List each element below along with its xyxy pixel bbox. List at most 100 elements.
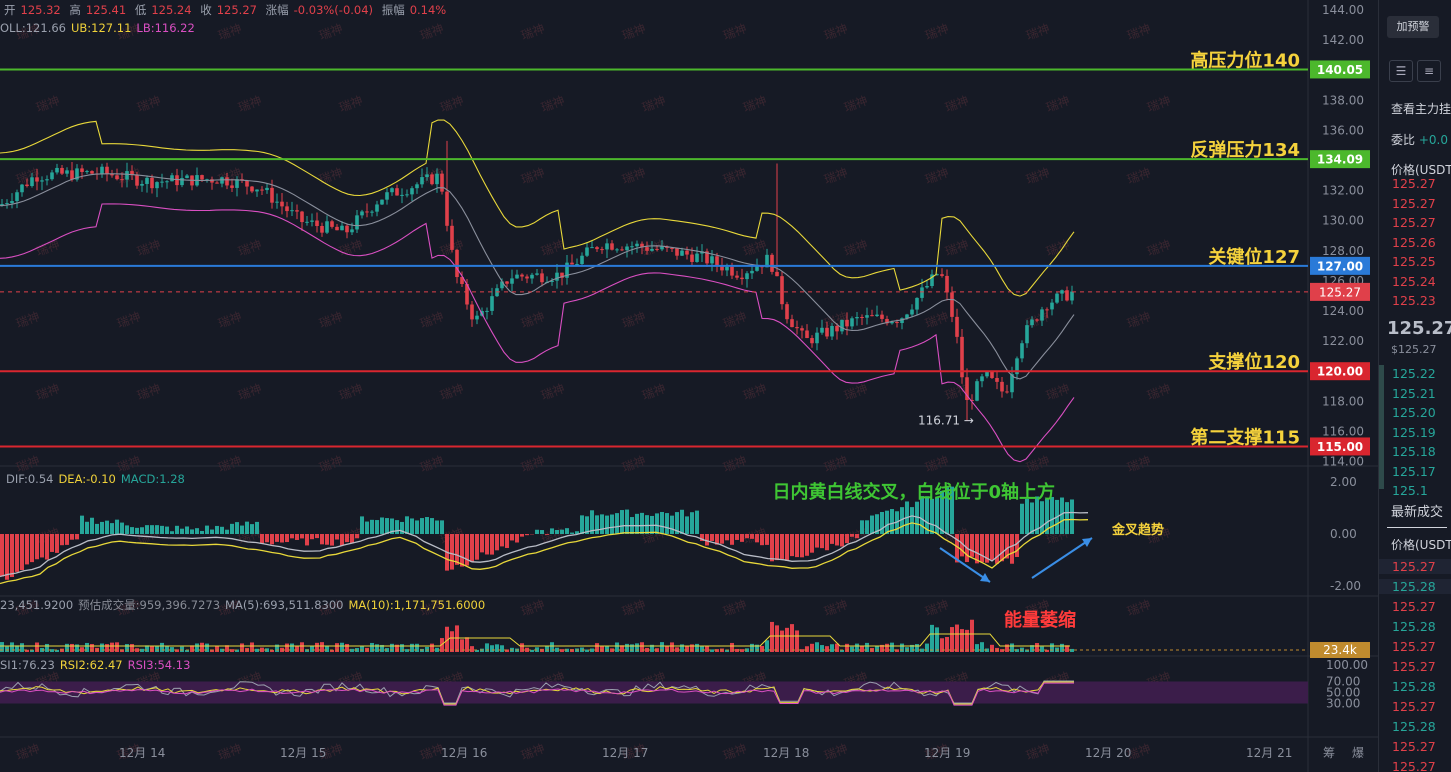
macd-bar <box>110 523 114 534</box>
macd-bar <box>350 534 354 544</box>
trading-chart[interactable]: 瑞神 瑞神 瑞神 瑞神 瑞神 瑞神 瑞神 瑞神 瑞神 瑞神 瑞神 瑞神瑞神 瑞神 瑞神 瑞神 瑞神 瑞神 瑞神 瑞神… <box>0 0 1378 772</box>
bid-price[interactable]: 125.18 <box>1392 444 1436 459</box>
y-axis-tick: 128.00 <box>1322 244 1364 258</box>
candle-body <box>835 325 839 332</box>
candle-body <box>800 328 804 331</box>
macd-bar <box>570 532 574 534</box>
candle-body <box>895 322 899 324</box>
macd-bar <box>290 534 294 539</box>
macd-bar <box>835 534 839 546</box>
candle-body <box>55 167 59 173</box>
volume-bar <box>90 644 94 652</box>
macd-bar <box>750 534 754 539</box>
volume-bar <box>345 643 349 652</box>
trade-price: 125.28 <box>1379 579 1451 594</box>
candle-body <box>585 247 589 256</box>
macd-bar <box>615 513 619 534</box>
macd-bar <box>855 534 859 539</box>
macd-bar <box>1015 534 1019 557</box>
bid-price[interactable]: 125.1 <box>1392 483 1428 498</box>
volume-bar <box>980 642 984 652</box>
macd-bar <box>1070 499 1074 534</box>
macd-bar <box>785 534 789 561</box>
candle-body <box>345 225 349 233</box>
golden-cross-label: 金叉趋势 <box>1111 522 1164 538</box>
low-annotation: 116.71 → <box>918 414 974 428</box>
macd-bar <box>830 534 834 544</box>
candle-body <box>695 253 699 262</box>
ask-price[interactable]: 125.27 <box>1392 215 1436 230</box>
volume-bar <box>805 646 809 652</box>
orderbook-title[interactable]: 查看主力挂 <box>1391 100 1451 117</box>
candle-body <box>995 377 999 382</box>
candle-body <box>795 327 799 329</box>
candle-body <box>925 285 929 288</box>
orderbook-both-icon[interactable]: ☰ <box>1389 60 1413 82</box>
candle-body <box>180 178 184 186</box>
candle-body <box>1040 309 1044 321</box>
macd-bar <box>705 534 709 546</box>
ask-price[interactable]: 125.24 <box>1392 274 1436 289</box>
volume-bar <box>500 645 504 652</box>
volume-bar <box>875 646 879 652</box>
volume-bar <box>570 649 574 652</box>
high-value: 125.41 <box>85 3 127 17</box>
macd-bar <box>560 529 564 534</box>
candle-body <box>615 249 619 251</box>
macd-bar <box>230 523 234 534</box>
candle-body <box>255 189 259 192</box>
candle-body <box>370 211 374 213</box>
volume-bar <box>290 643 294 652</box>
candle-body <box>620 249 624 251</box>
volume-bar <box>665 646 669 652</box>
candle-body <box>115 175 119 180</box>
candle-body <box>1020 343 1024 359</box>
volume-bar <box>975 644 979 652</box>
orderbook-list-icon[interactable]: ≡ <box>1417 60 1441 82</box>
candle-body <box>145 177 149 184</box>
bid-price[interactable]: 125.17 <box>1392 464 1436 479</box>
volume-bar <box>860 645 864 652</box>
macd-bar <box>10 534 14 578</box>
y-axis-tick: 138.00 <box>1322 93 1364 107</box>
macd-bar <box>645 515 649 534</box>
macd-bar <box>0 534 4 577</box>
x-axis-label: 12月 20 <box>1085 746 1131 760</box>
macd-bar <box>270 534 274 545</box>
macd-bar <box>430 518 434 534</box>
bid-price[interactable]: 125.21 <box>1392 386 1436 401</box>
bid-price[interactable]: 125.20 <box>1392 405 1436 420</box>
macd-bar <box>475 534 479 560</box>
macd-bar <box>625 509 629 534</box>
bid-price[interactable]: 125.19 <box>1392 425 1436 440</box>
volume-bar <box>215 646 219 652</box>
candle-body <box>400 194 404 196</box>
candle-body <box>685 250 689 255</box>
change-value: -0.03%(-0.04) <box>293 3 374 17</box>
macd-bar <box>410 518 414 534</box>
macd-bar <box>20 534 24 571</box>
volume-bar <box>595 643 599 652</box>
volume-bar <box>1035 643 1039 652</box>
candle-body <box>630 246 634 248</box>
ask-price[interactable]: 125.25 <box>1392 254 1436 269</box>
ask-price[interactable]: 125.27 <box>1392 176 1436 191</box>
ask-price[interactable]: 125.27 <box>1392 196 1436 211</box>
candle-body <box>140 183 144 186</box>
volume-bar <box>150 645 154 652</box>
macd-bar <box>25 534 29 565</box>
candle-body <box>510 278 514 284</box>
volume-bar <box>780 630 784 652</box>
add-alert-button[interactable]: 加预警 <box>1387 16 1439 38</box>
ask-price[interactable]: 125.26 <box>1392 235 1436 250</box>
bid-price[interactable]: 125.22 <box>1392 366 1436 381</box>
macd-bar <box>305 534 309 546</box>
macd-bar <box>190 529 194 534</box>
candle-body <box>305 221 309 223</box>
volume-bar <box>760 646 764 652</box>
macd-bar <box>235 522 239 534</box>
candle-body <box>300 211 304 223</box>
ask-price[interactable]: 125.23 <box>1392 293 1436 308</box>
macd-bar <box>435 520 439 534</box>
volume-bar <box>45 643 49 652</box>
